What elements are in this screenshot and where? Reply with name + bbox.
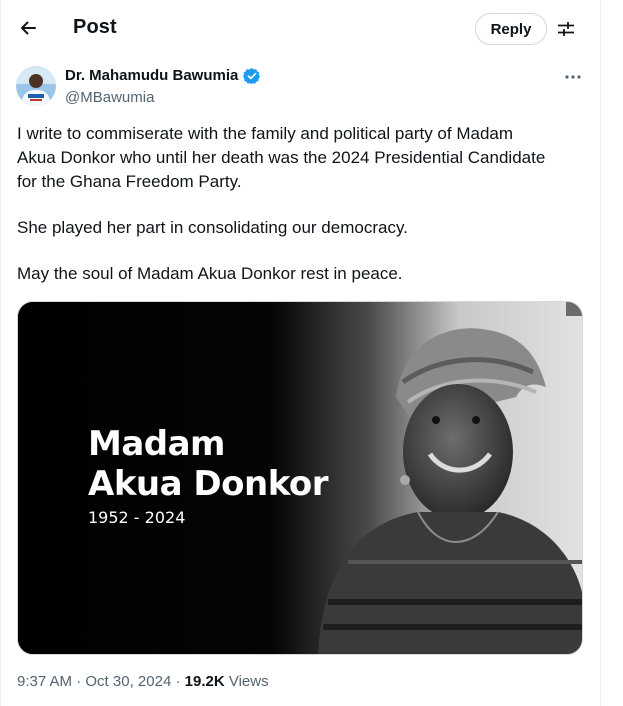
media-caption-years: 1952 - 2024 [88,508,186,527]
views-label: Views [224,673,269,690]
reply-button[interactable]: Reply [475,13,547,45]
author-name[interactable]: Dr. Mahamudu Bawumia [65,67,238,84]
tweet-line: for the Ghana Freedom Party. [17,172,242,191]
avatar[interactable] [16,66,56,106]
sliders-icon [558,22,574,36]
tweet-media-image[interactable]: Madam Akua Donkor 1952 - 2024 [17,301,583,655]
arrow-left-icon [21,21,36,35]
tweet-line: Akua Donkor who until her death was the … [17,148,546,167]
views-count: 19.2K [184,673,225,690]
back-button[interactable] [10,10,46,46]
meta-separator: · [171,673,185,690]
tweet-line: May the soul of Madam Akua Donkor rest i… [17,264,403,283]
media-caption-name: Madam Akua Donkor [88,424,329,504]
reply-settings-button[interactable] [551,14,581,44]
tweet-line: I write to commiserate with the family a… [17,124,514,143]
frame-border-right [600,0,601,706]
post-header: Post Reply [0,0,600,56]
tweet-date[interactable]: Oct 30, 2024 [85,673,171,690]
more-options-button[interactable] [560,66,586,88]
tweet-time[interactable]: 9:37 AM [17,673,72,690]
verified-badge-icon [243,68,260,84]
frame-border-left [0,0,1,706]
more-horizontal-icon [565,75,581,79]
tweet-line: She played her part in consolidating our… [17,218,408,237]
author-handle[interactable]: @MBawumia [65,89,154,106]
tweet-metadata: 9:37 AM · Oct 30, 2024 · 19.2K Views [17,673,269,690]
page-title: Post [73,16,117,38]
tweet-text: I write to commiserate with the family a… [17,122,587,286]
meta-separator: · [72,673,86,690]
